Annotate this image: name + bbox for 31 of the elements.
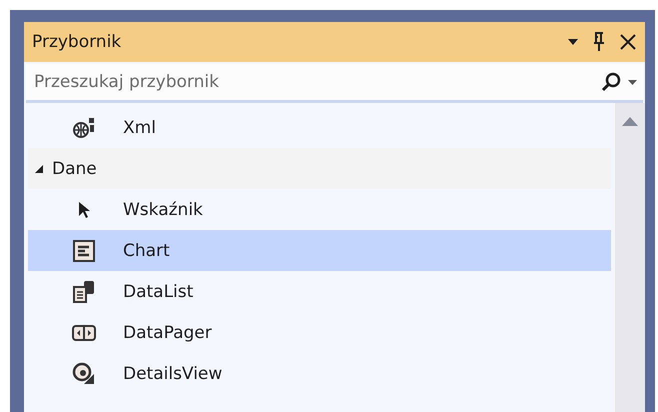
pointer-icon <box>78 200 90 218</box>
scroll-up-icon[interactable] <box>622 117 638 126</box>
item-label: DataPager <box>123 322 212 342</box>
item-label: Wskaźnik <box>123 200 203 220</box>
close-icon[interactable] <box>619 33 637 51</box>
chart-icon <box>73 240 95 262</box>
details-view-icon <box>72 362 96 386</box>
search-icon[interactable] <box>600 71 622 93</box>
search-field[interactable]: Przeszukaj przybornik <box>34 72 594 92</box>
group-label: Dane <box>52 158 97 178</box>
panel-title: Przybornik <box>32 32 122 52</box>
pin-icon[interactable] <box>593 32 605 52</box>
search-box[interactable]: Przeszukaj przybornik <box>26 64 643 103</box>
dropdown-icon[interactable] <box>628 80 637 84</box>
pager-icon <box>72 324 96 342</box>
dropdown-icon[interactable] <box>567 38 579 46</box>
globe-icon <box>72 116 96 138</box>
toolbox-item[interactable]: Wskaźnik <box>28 189 611 230</box>
toolbox-item[interactable]: Chart <box>28 230 611 271</box>
item-label: DetailsView <box>123 364 222 384</box>
item-label: DataList <box>123 282 194 302</box>
toolbox-item[interactable]: DetailsView <box>28 353 611 394</box>
toolbox-group[interactable]: Dane <box>28 148 611 189</box>
data-list-icon <box>72 280 96 304</box>
item-label: Chart <box>123 240 170 260</box>
toolbox-item[interactable]: Xml <box>28 107 611 148</box>
scrollbar[interactable] <box>615 103 645 412</box>
toolbox-item[interactable]: DataPager <box>28 312 611 353</box>
item-label: Xml <box>123 118 156 138</box>
expand-icon[interactable] <box>34 164 44 174</box>
toolbox-item[interactable]: DataList <box>28 271 611 312</box>
